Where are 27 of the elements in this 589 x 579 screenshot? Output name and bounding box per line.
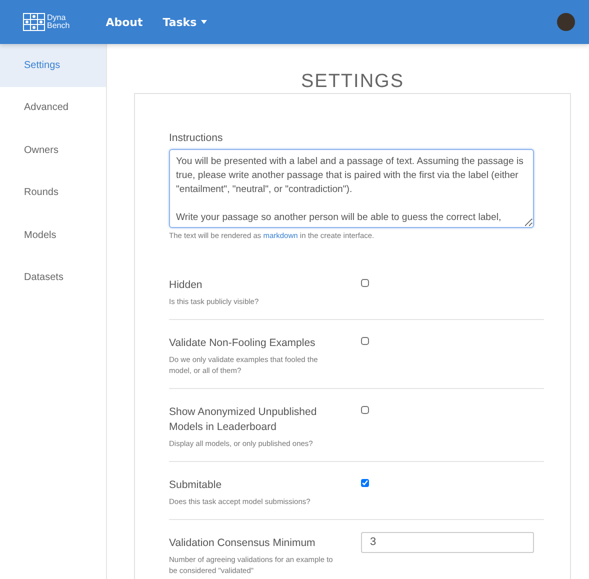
setting-label: Hidden [169, 278, 204, 293]
sidebar-item[interactable]: Rounds [0, 172, 106, 214]
sidebar-item[interactable]: Models [0, 214, 106, 256]
field-label: Instructions [169, 132, 224, 144]
nav-link[interactable]: About [106, 16, 143, 28]
setting-label: Validate Non-Fooling Examples [169, 336, 316, 351]
grid-logo-icon [23, 13, 45, 31]
sidebar-item[interactable]: Settings [0, 44, 106, 86]
sidebar-item[interactable]: Datasets [0, 256, 106, 299]
page-title: SETTINGS [300, 71, 405, 93]
number-field[interactable]: 3 [361, 532, 534, 552]
checkbox[interactable] [361, 279, 369, 287]
sidebar-item[interactable]: Owners [0, 129, 106, 172]
tasks-dropdown[interactable]: Tasks [162, 16, 207, 28]
logo-text: Bench [47, 22, 70, 30]
checkbox[interactable] [361, 337, 369, 345]
avatar[interactable] [557, 13, 575, 31]
setting-label: Validation Consensus Minimum [169, 536, 316, 551]
setting-label: Submitable [169, 478, 223, 493]
checkbox[interactable] [361, 406, 369, 414]
setting-label: Show Anonymized Unpublished Models in Leaderboard [169, 405, 318, 435]
checkbox[interactable] [361, 479, 369, 487]
sidebar-item[interactable]: Advanced [0, 86, 106, 129]
caret-icon [200, 20, 207, 24]
logo-text: Dyna [47, 14, 67, 22]
instructions-field[interactable]: You will be presented with a label and a passage of text. Assuming the passage is true, please write another passage that is paired with the first via the label (either "entailment", "neutral", or "contradiction"). Write your passage so another person will be able to guess the correct label, [169, 149, 534, 228]
logo[interactable]: Dyna Bench [23, 13, 70, 31]
